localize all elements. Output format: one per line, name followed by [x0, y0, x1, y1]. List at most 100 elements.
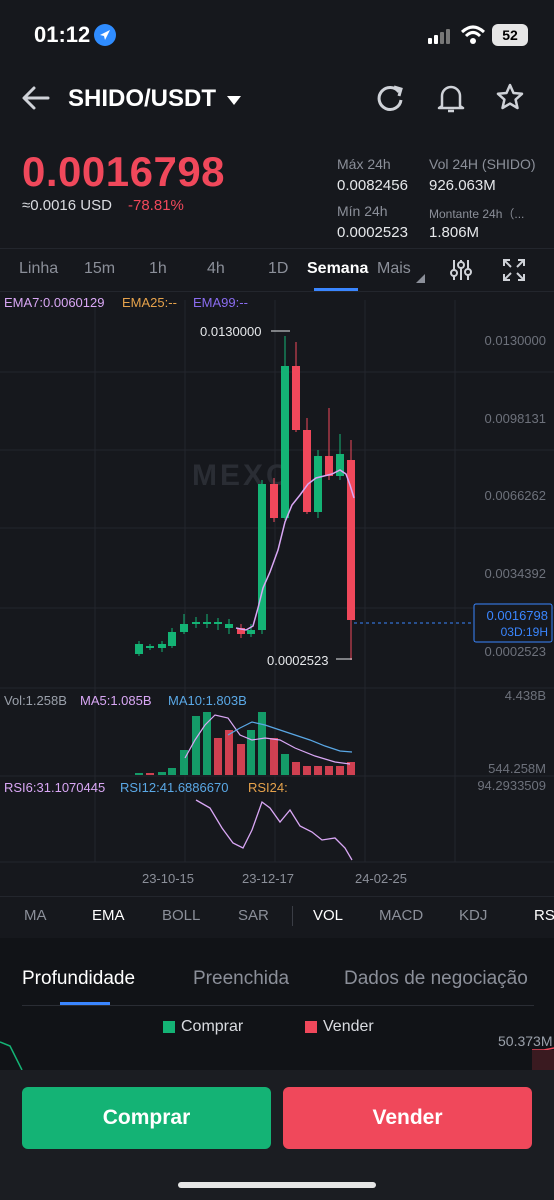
chart-grid — [0, 300, 554, 863]
price-axis-label: 0.0002523 — [485, 644, 546, 659]
tab-1d[interactable]: 1D — [268, 260, 288, 278]
high-marker-label: 0.0130000 — [200, 324, 261, 339]
volume-bar — [281, 754, 289, 775]
indicator-rsi[interactable]: RS — [534, 907, 554, 924]
candle-body — [158, 644, 166, 648]
change-percent: -78.81% — [128, 197, 184, 214]
lower-tab-underline — [60, 1002, 110, 1005]
vol-legend: Vol:1.258B — [4, 693, 67, 708]
tab-4h[interactable]: 4h — [207, 260, 225, 278]
volume-bar — [247, 730, 255, 775]
indicator-settings-icon[interactable] — [448, 258, 474, 287]
indicator-kdj[interactable]: KDJ — [459, 907, 487, 924]
pair-title[interactable]: SHIDO/USDT — [68, 85, 216, 113]
tab-dados-negociacao[interactable]: Dados de negociação — [344, 968, 534, 990]
ma5-legend: MA5:1.085B — [80, 693, 152, 708]
indicator-ema[interactable]: EMA — [92, 907, 125, 924]
candle-body — [247, 630, 255, 634]
bell-icon[interactable] — [436, 82, 466, 119]
tab-preenchida[interactable]: Preenchida — [193, 968, 289, 990]
volume-bar — [146, 773, 154, 775]
tab-semana[interactable]: Semana — [307, 260, 368, 278]
volume-bar — [292, 762, 300, 775]
star-icon[interactable] — [495, 82, 525, 117]
candle-body — [270, 484, 278, 518]
battery-icon: 52 — [492, 24, 528, 46]
ema25-legend: EMA25:-- — [122, 295, 177, 310]
candle-body — [180, 624, 188, 632]
tab-underline — [314, 288, 358, 291]
candle-body — [347, 460, 355, 620]
refresh-icon[interactable] — [374, 84, 406, 119]
date-label: 24-02-25 — [355, 871, 407, 886]
candle-body — [314, 456, 322, 512]
amount-24h-value: 1.806M — [429, 224, 480, 241]
price-axis-label: 0.0130000 — [485, 333, 546, 348]
buy-button[interactable]: Comprar — [22, 1087, 271, 1149]
volume-bar — [325, 766, 333, 775]
wifi-icon — [460, 24, 486, 51]
location-icon — [94, 24, 116, 46]
tab-profundidade[interactable]: Profundidade — [22, 968, 135, 990]
price-axis-label: 0.0098131 — [485, 411, 546, 426]
vol-24h-label: Vol 24H (SHIDO) — [429, 156, 536, 172]
back-arrow-icon[interactable] — [20, 84, 52, 117]
candle-body — [292, 366, 300, 430]
volume-bar — [214, 738, 222, 775]
indicator-divider — [292, 906, 293, 926]
buy-legend-swatch — [163, 1021, 175, 1033]
amount-24h-label: Montante 24h（... — [429, 207, 525, 221]
candle-body — [214, 622, 222, 624]
volume-bar — [314, 766, 322, 775]
indicator-vol[interactable]: VOL — [313, 907, 343, 924]
price-chart[interactable]: MEXC EMA7:0.0060129 EMA25:-- EMA99:-- 0.… — [0, 292, 554, 896]
lower-tab-divider — [22, 1005, 534, 1006]
tab-mais[interactable]: Mais — [377, 260, 411, 278]
current-price-value: 0.0016798 — [487, 608, 548, 623]
rsi6-legend: RSI6:31.1070445 — [4, 780, 105, 795]
status-time: 01:12 — [34, 22, 91, 47]
sell-button[interactable]: Vender — [283, 1087, 532, 1149]
caret-down-icon[interactable] — [226, 94, 242, 112]
tab-linha[interactable]: Linha — [19, 260, 58, 278]
tab-15m[interactable]: 15m — [84, 260, 115, 278]
ema99-legend: EMA99:-- — [193, 295, 248, 310]
candle-body — [281, 366, 289, 518]
indicator-boll[interactable]: BOLL — [162, 907, 200, 924]
candles — [135, 336, 355, 660]
ma10-legend: MA10:1.803B — [168, 693, 247, 708]
high-24h-value: 0.0082456 — [337, 177, 408, 194]
volume-bar — [258, 712, 266, 775]
volume-bar — [303, 766, 311, 775]
price-axis-label: 0.0034392 — [485, 566, 546, 581]
indicator-macd[interactable]: MACD — [379, 907, 423, 924]
volume-bars — [135, 712, 355, 775]
ema7-line — [235, 469, 355, 631]
ema7-legend: EMA7:0.0060129 — [4, 295, 104, 310]
rsi12-legend: RSI12:41.6886670 — [120, 780, 228, 795]
buy-legend-label: Comprar — [181, 1018, 244, 1035]
candle-body — [146, 646, 154, 648]
candle-body — [168, 632, 176, 646]
candle-countdown: 03D:19H — [501, 625, 548, 639]
volume-bar — [158, 772, 166, 775]
sell-legend-swatch — [305, 1021, 317, 1033]
indicator-ma[interactable]: MA — [24, 907, 47, 924]
indicator-sar[interactable]: SAR — [238, 907, 269, 924]
usd-approx: ≈0.0016 USD — [22, 197, 112, 214]
fullscreen-icon[interactable] — [502, 258, 526, 287]
price-axis-label: 0.0066262 — [485, 488, 546, 503]
high-24h-label: Máx 24h — [337, 156, 391, 172]
signal-icon — [428, 28, 454, 49]
vol-24h-value: 926.063M — [429, 177, 496, 194]
vol-axis-label: 544.258M — [488, 761, 546, 776]
candle-body — [303, 430, 311, 512]
vol-axis-label: 4.438B — [505, 688, 546, 703]
volume-bar — [135, 773, 143, 775]
depth-chart — [0, 1041, 554, 1070]
tab-1h[interactable]: 1h — [149, 260, 167, 278]
mais-triangle-icon — [416, 270, 425, 288]
low-24h-value: 0.0002523 — [337, 224, 408, 241]
volume-bar — [237, 744, 245, 775]
volume-bar — [225, 730, 233, 775]
